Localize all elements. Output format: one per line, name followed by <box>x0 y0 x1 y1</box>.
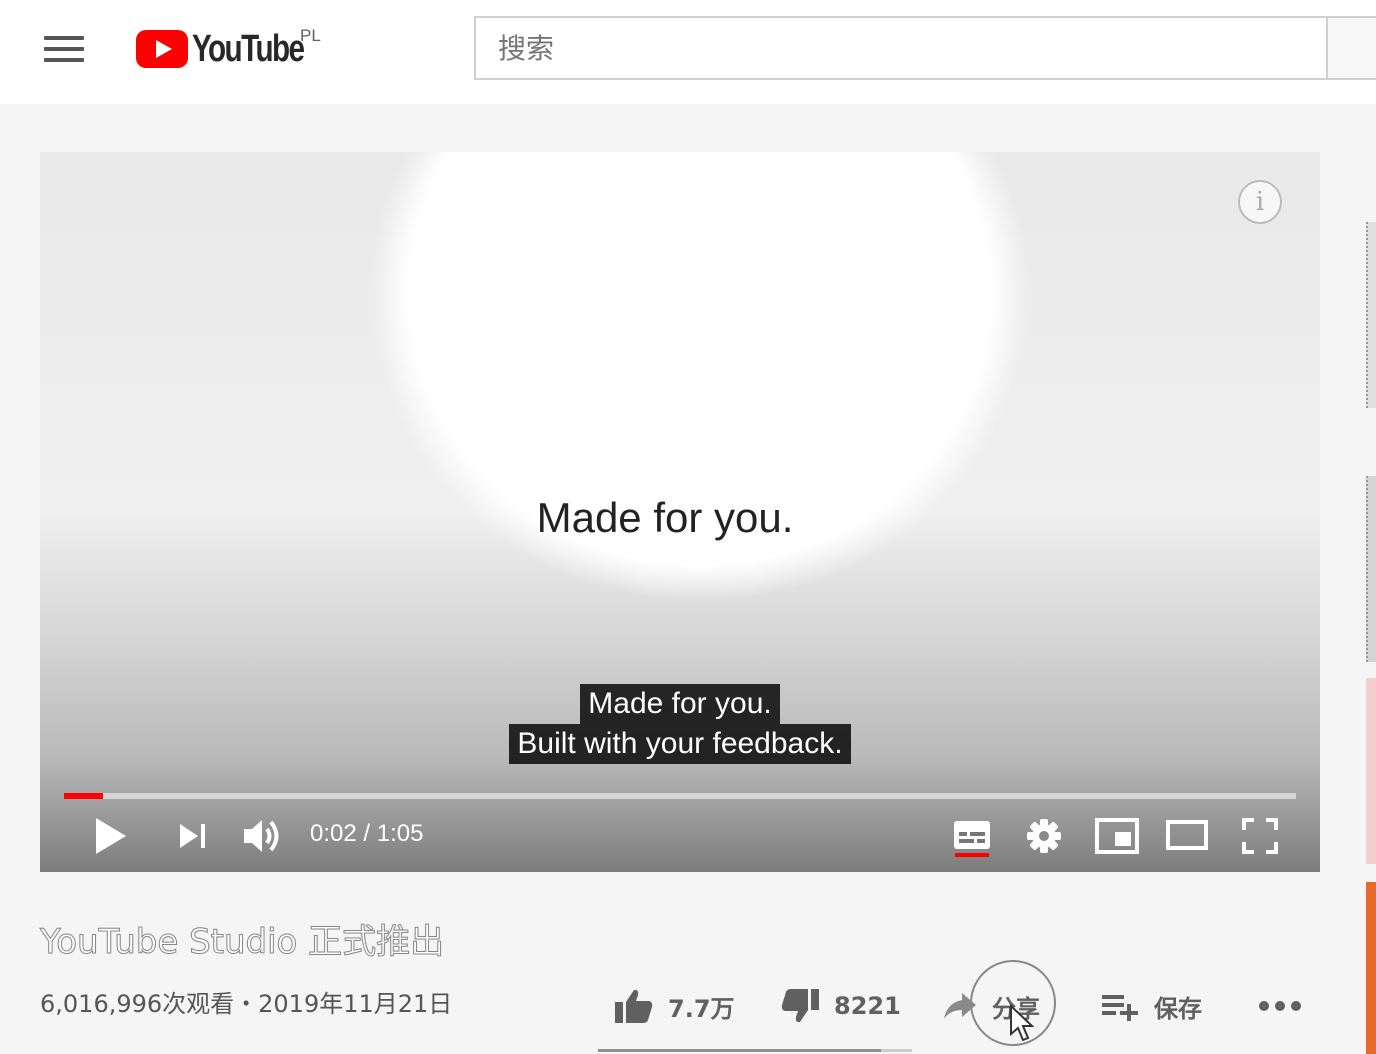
miniplayer-icon[interactable] <box>1095 818 1139 854</box>
sidebar-thumbnail[interactable] <box>1366 476 1376 662</box>
youtube-watch-page: YouTube PL i Made for you. Made for you.… <box>0 0 1376 1054</box>
video-title: YouTube Studio 正式推出 <box>39 922 445 963</box>
sentiment-bar <box>598 1049 912 1052</box>
share-arrow-icon <box>944 993 976 1019</box>
thumbs-down-icon <box>781 989 819 1023</box>
search-input[interactable] <box>474 16 1328 80</box>
gear-icon[interactable] <box>1026 818 1062 854</box>
volume-icon[interactable] <box>242 816 284 856</box>
mouse-cursor-icon <box>1010 1004 1034 1042</box>
info-icon[interactable]: i <box>1238 180 1282 224</box>
video-player[interactable]: i Made for you. Made for you. Built with… <box>40 152 1320 872</box>
caption-line: Built with your feedback. <box>509 724 851 764</box>
like-button[interactable]: 7.7万 <box>614 984 735 1028</box>
caption-window: Made for you. Built with your feedback. <box>40 684 1320 764</box>
playlist-add-icon <box>1102 995 1138 1021</box>
dislike-count: 8221 <box>834 992 901 1020</box>
more-horizontal-icon <box>1259 1001 1301 1011</box>
video-frame-text: Made for you. <box>536 494 794 541</box>
progress-bar[interactable] <box>64 793 1296 799</box>
progress-played <box>64 793 104 799</box>
caption-line: Made for you. <box>580 684 780 724</box>
save-button[interactable]: 保存 <box>1100 984 1202 1028</box>
play-icon[interactable] <box>94 816 128 856</box>
dislike-button[interactable]: 8221 <box>780 984 901 1028</box>
subtitles-active-indicator <box>955 853 989 857</box>
fullscreen-icon[interactable] <box>1242 818 1278 854</box>
sidebar-thumbnail[interactable] <box>1366 222 1376 408</box>
save-label: 保存 <box>1154 994 1202 1023</box>
region-code: PL <box>300 26 321 45</box>
masthead: YouTube PL <box>0 0 1376 104</box>
like-count: 7.7万 <box>668 994 735 1023</box>
more-actions-button[interactable] <box>1258 984 1316 1028</box>
view-count-date: 6,016,996次观看・2019年11月21日 <box>40 990 453 1018</box>
logo-text: YouTube <box>192 27 305 70</box>
hamburger-menu-icon[interactable] <box>44 36 84 62</box>
youtube-play-logo-icon <box>136 30 188 68</box>
sidebar-thumbnail[interactable] <box>1366 882 1376 1054</box>
sidebar-thumbnail[interactable] <box>1366 678 1376 864</box>
sentiment-like-portion <box>598 1049 881 1052</box>
subtitles-icon[interactable] <box>953 820 991 850</box>
thumbs-up-icon <box>615 989 653 1023</box>
search-button[interactable] <box>1326 16 1376 80</box>
theater-mode-icon[interactable] <box>1166 820 1208 850</box>
skip-next-icon[interactable] <box>178 822 208 850</box>
time-display: 0:02 / 1:05 <box>310 820 424 847</box>
